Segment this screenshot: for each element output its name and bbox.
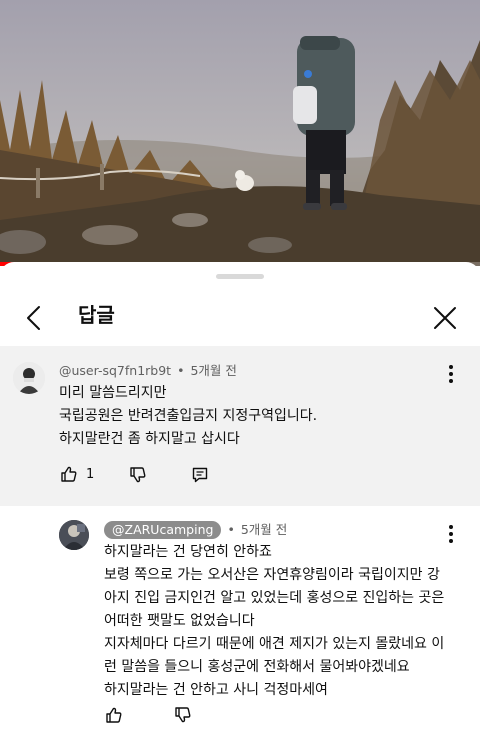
- user-avatar-image: [13, 362, 45, 394]
- thumb-up-icon: [106, 707, 122, 723]
- dislike-button[interactable]: [129, 466, 147, 484]
- chevron-left-icon: [27, 306, 40, 330]
- avatar[interactable]: [59, 520, 89, 550]
- video-player[interactable]: [0, 0, 480, 266]
- comment-line: 지자체마다 다르기 때문에 애견 제지가 있는지 몰랐네요 이: [104, 636, 445, 652]
- comment-body: 미리 말씀드리지만 국립공원은 반려견출입금지 지정구역입니다. 하지말란건 좀…: [59, 382, 317, 451]
- back-button[interactable]: [16, 300, 52, 336]
- replies-sheet: 답글 @user-sq7fn1rb9t • 5개월 전 미리 말씀드리지만 국립공원…: [0, 262, 480, 731]
- comment-meta: @ZARUcamping • 5개월 전: [104, 521, 287, 539]
- more-options-button[interactable]: [441, 360, 461, 388]
- reply-comment: @ZARUcamping • 5개월 전 하지말라는 건 당연히 안하죠 보령 쪽으…: [0, 506, 480, 731]
- comment-line: 하지말라는 건 안하고 사니 걱정마세여: [104, 682, 328, 698]
- comment-meta: @user-sq7fn1rb9t • 5개월 전: [59, 362, 237, 380]
- creator-chip[interactable]: @ZARUcamping: [104, 521, 222, 539]
- more-vert-icon: [449, 365, 453, 383]
- like-button[interactable]: [105, 706, 123, 724]
- comment-line: 보령 쪽으로 가는 오서산은 자연휴양림이라 국립이지만 강: [104, 567, 440, 583]
- more-vert-icon: [449, 525, 453, 543]
- channel-avatar-image: [59, 520, 89, 550]
- parent-comment: @user-sq7fn1rb9t • 5개월 전 미리 말씀드리지만 국립공원은 반…: [0, 346, 480, 506]
- thumb-down-icon: [175, 707, 191, 723]
- avatar[interactable]: [13, 362, 45, 394]
- close-icon: [434, 307, 456, 329]
- close-button[interactable]: [426, 300, 464, 336]
- comment-time: 5개월 전: [240, 522, 288, 537]
- thumb-up-icon: [61, 466, 77, 482]
- meta-separator: •: [227, 522, 235, 537]
- like-count: 1: [86, 466, 95, 482]
- meta-separator: •: [177, 363, 185, 378]
- comment-time: 5개월 전: [190, 363, 237, 378]
- sheet-title: 답글: [78, 303, 115, 327]
- sheet-header: 답글: [0, 286, 480, 346]
- thumb-down-icon: [130, 467, 146, 483]
- comment-line: 아지 진입 금지인건 알고 있었는데 홍성으로 진입하는 곳은: [104, 590, 445, 606]
- comment-line: 하지말란건 좀 하지말고 삽시다: [59, 431, 240, 447]
- comment-author[interactable]: @user-sq7fn1rb9t: [59, 363, 171, 378]
- dislike-button[interactable]: [174, 706, 192, 724]
- comment-line: 미리 말씀드리지만: [59, 385, 167, 401]
- comment-line: 런 말씀을 들으니 홍성군에 전화해서 물어봐야겠네요: [104, 659, 410, 675]
- like-button[interactable]: 1: [60, 465, 94, 483]
- comment-line: 국립공원은 반려견출입금지 지정구역입니다.: [59, 408, 318, 424]
- video-frame: [0, 0, 480, 266]
- reply-comment-icon: [192, 467, 208, 483]
- drag-handle[interactable]: [216, 274, 264, 279]
- comment-body: 하지말라는 건 당연히 안하죠 보령 쪽으로 가는 오서산은 자연휴양림이라 국…: [104, 541, 444, 702]
- reply-button[interactable]: [191, 466, 209, 484]
- comment-line: 어떠한 팻말도 없었습니다: [104, 613, 255, 629]
- comment-line: 하지말라는 건 당연히 안하죠: [104, 544, 272, 560]
